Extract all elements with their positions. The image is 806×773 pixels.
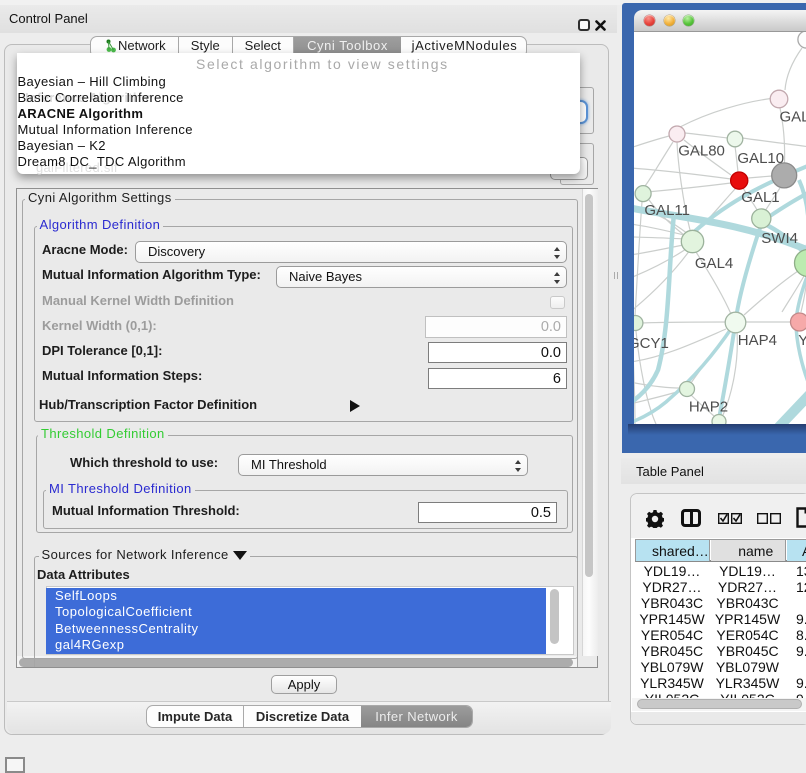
svg-text:HAP4: HAP4 xyxy=(738,332,777,349)
svg-text:GAL80: GAL80 xyxy=(780,109,806,126)
svg-text:GAL11: GAL11 xyxy=(644,202,690,219)
svg-text:Y: Y xyxy=(798,332,806,349)
svg-text:GAL80: GAL80 xyxy=(678,142,725,159)
svg-text:GAL4: GAL4 xyxy=(695,255,733,272)
svg-text:GAL1: GAL1 xyxy=(741,189,779,206)
svg-text:SWI4: SWI4 xyxy=(761,230,798,247)
svg-text:HAP2: HAP2 xyxy=(689,398,728,415)
svg-text:GCY1: GCY1 xyxy=(634,335,669,352)
svg-text:GAL10: GAL10 xyxy=(737,150,784,167)
